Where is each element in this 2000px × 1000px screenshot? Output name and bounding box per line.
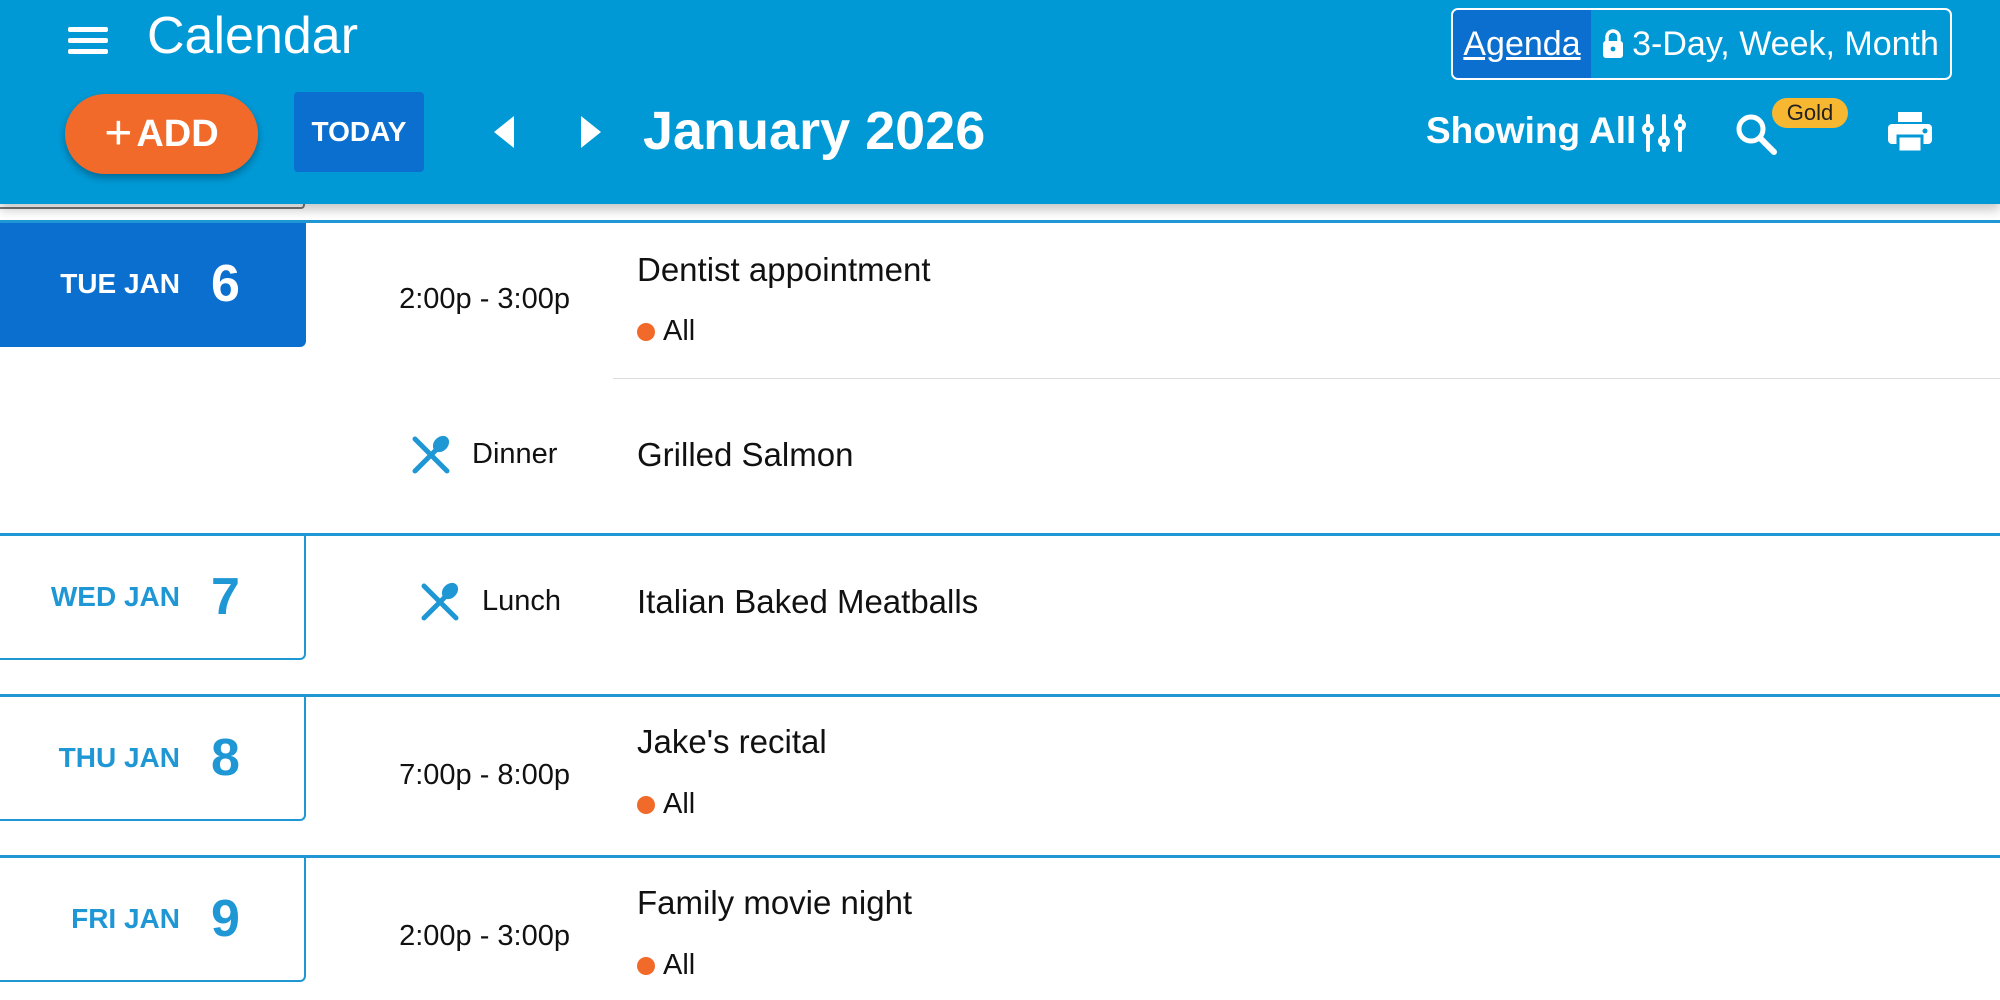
print-icon[interactable] [1886,110,1934,154]
calendar-color-dot [637,322,655,341]
meal-title: Grilled Salmon [637,436,854,473]
view-switcher: Agenda 3-Day, Week, Month [1451,8,1952,80]
meal-label: Dinner [472,438,558,470]
add-button[interactable]: + ADD [65,94,258,174]
previous-day-tile-edge [0,204,305,209]
meal-label: Lunch [482,585,562,617]
calendar-color-dot [637,795,655,814]
agenda-list: TUE JAN 6 2:00p - 3:00p Dentist appointm… [0,204,2000,1000]
view-agenda-button[interactable]: Agenda [1453,10,1591,78]
event-calendar-label: All [663,949,696,981]
event-calendar-label: All [663,788,696,820]
event-calendar: All [637,788,695,821]
today-button[interactable]: TODAY [294,92,424,172]
fork-spoon-icon [421,582,459,621]
day-group: TUE JAN 6 2:00p - 3:00p Dentist appointm… [0,220,2000,533]
lock-icon [1603,29,1624,58]
event-calendar-label: All [663,315,696,347]
locked-views-label: 3-Day, Week, Month [1632,24,1939,63]
gold-badge: Gold [1772,98,1848,128]
filter-label[interactable]: Showing All [1426,110,1636,152]
search-icon[interactable] [1734,112,1778,156]
fork-spoon-icon [412,435,450,474]
meal-row[interactable]: Dinner Grilled Salmon [0,379,2000,533]
event-calendar: All [637,315,695,348]
top-app-bar: Calendar Agenda 3-Day, Week, Month + ADD… [0,0,2000,204]
event-calendar: All [637,949,695,982]
month-title: January 2026 [643,101,986,161]
add-button-label: ADD [136,112,219,155]
chevron-left-icon[interactable] [490,112,520,152]
event-title: Dentist appointment [637,251,931,288]
hamburger-menu-icon[interactable] [68,24,110,58]
meal-title: Italian Baked Meatballs [637,583,979,620]
plus-icon: + [104,107,133,160]
event-time: 7:00p - 8:00p [399,759,570,791]
day-group: FRI JAN 9 2:00p - 3:00p Family movie nig… [0,855,2000,1000]
app-title: Calendar [147,7,359,65]
event-title: Family movie night [637,884,913,921]
event-row[interactable]: 2:00p - 3:00p Family movie night All [0,858,2000,1000]
day-group: THU JAN 8 7:00p - 8:00p Jake's recital A… [0,694,2000,855]
event-row[interactable]: 2:00p - 3:00p Dentist appointment All [0,223,2000,378]
calendar-color-dot [637,956,655,975]
event-row[interactable]: 7:00p - 8:00p Jake's recital All [0,697,2000,855]
event-title: Jake's recital [637,723,827,760]
event-time: 2:00p - 3:00p [399,283,570,315]
filter-sliders-icon[interactable] [1640,112,1688,154]
event-time: 2:00p - 3:00p [399,920,570,952]
meal-row[interactable]: Lunch Italian Baked Meatballs [0,536,2000,694]
chevron-right-icon[interactable] [575,112,605,152]
view-locked-options[interactable]: 3-Day, Week, Month [1591,10,1950,78]
day-group: WED JAN 7 Lunch Italian Baked Meatballs [0,533,2000,694]
